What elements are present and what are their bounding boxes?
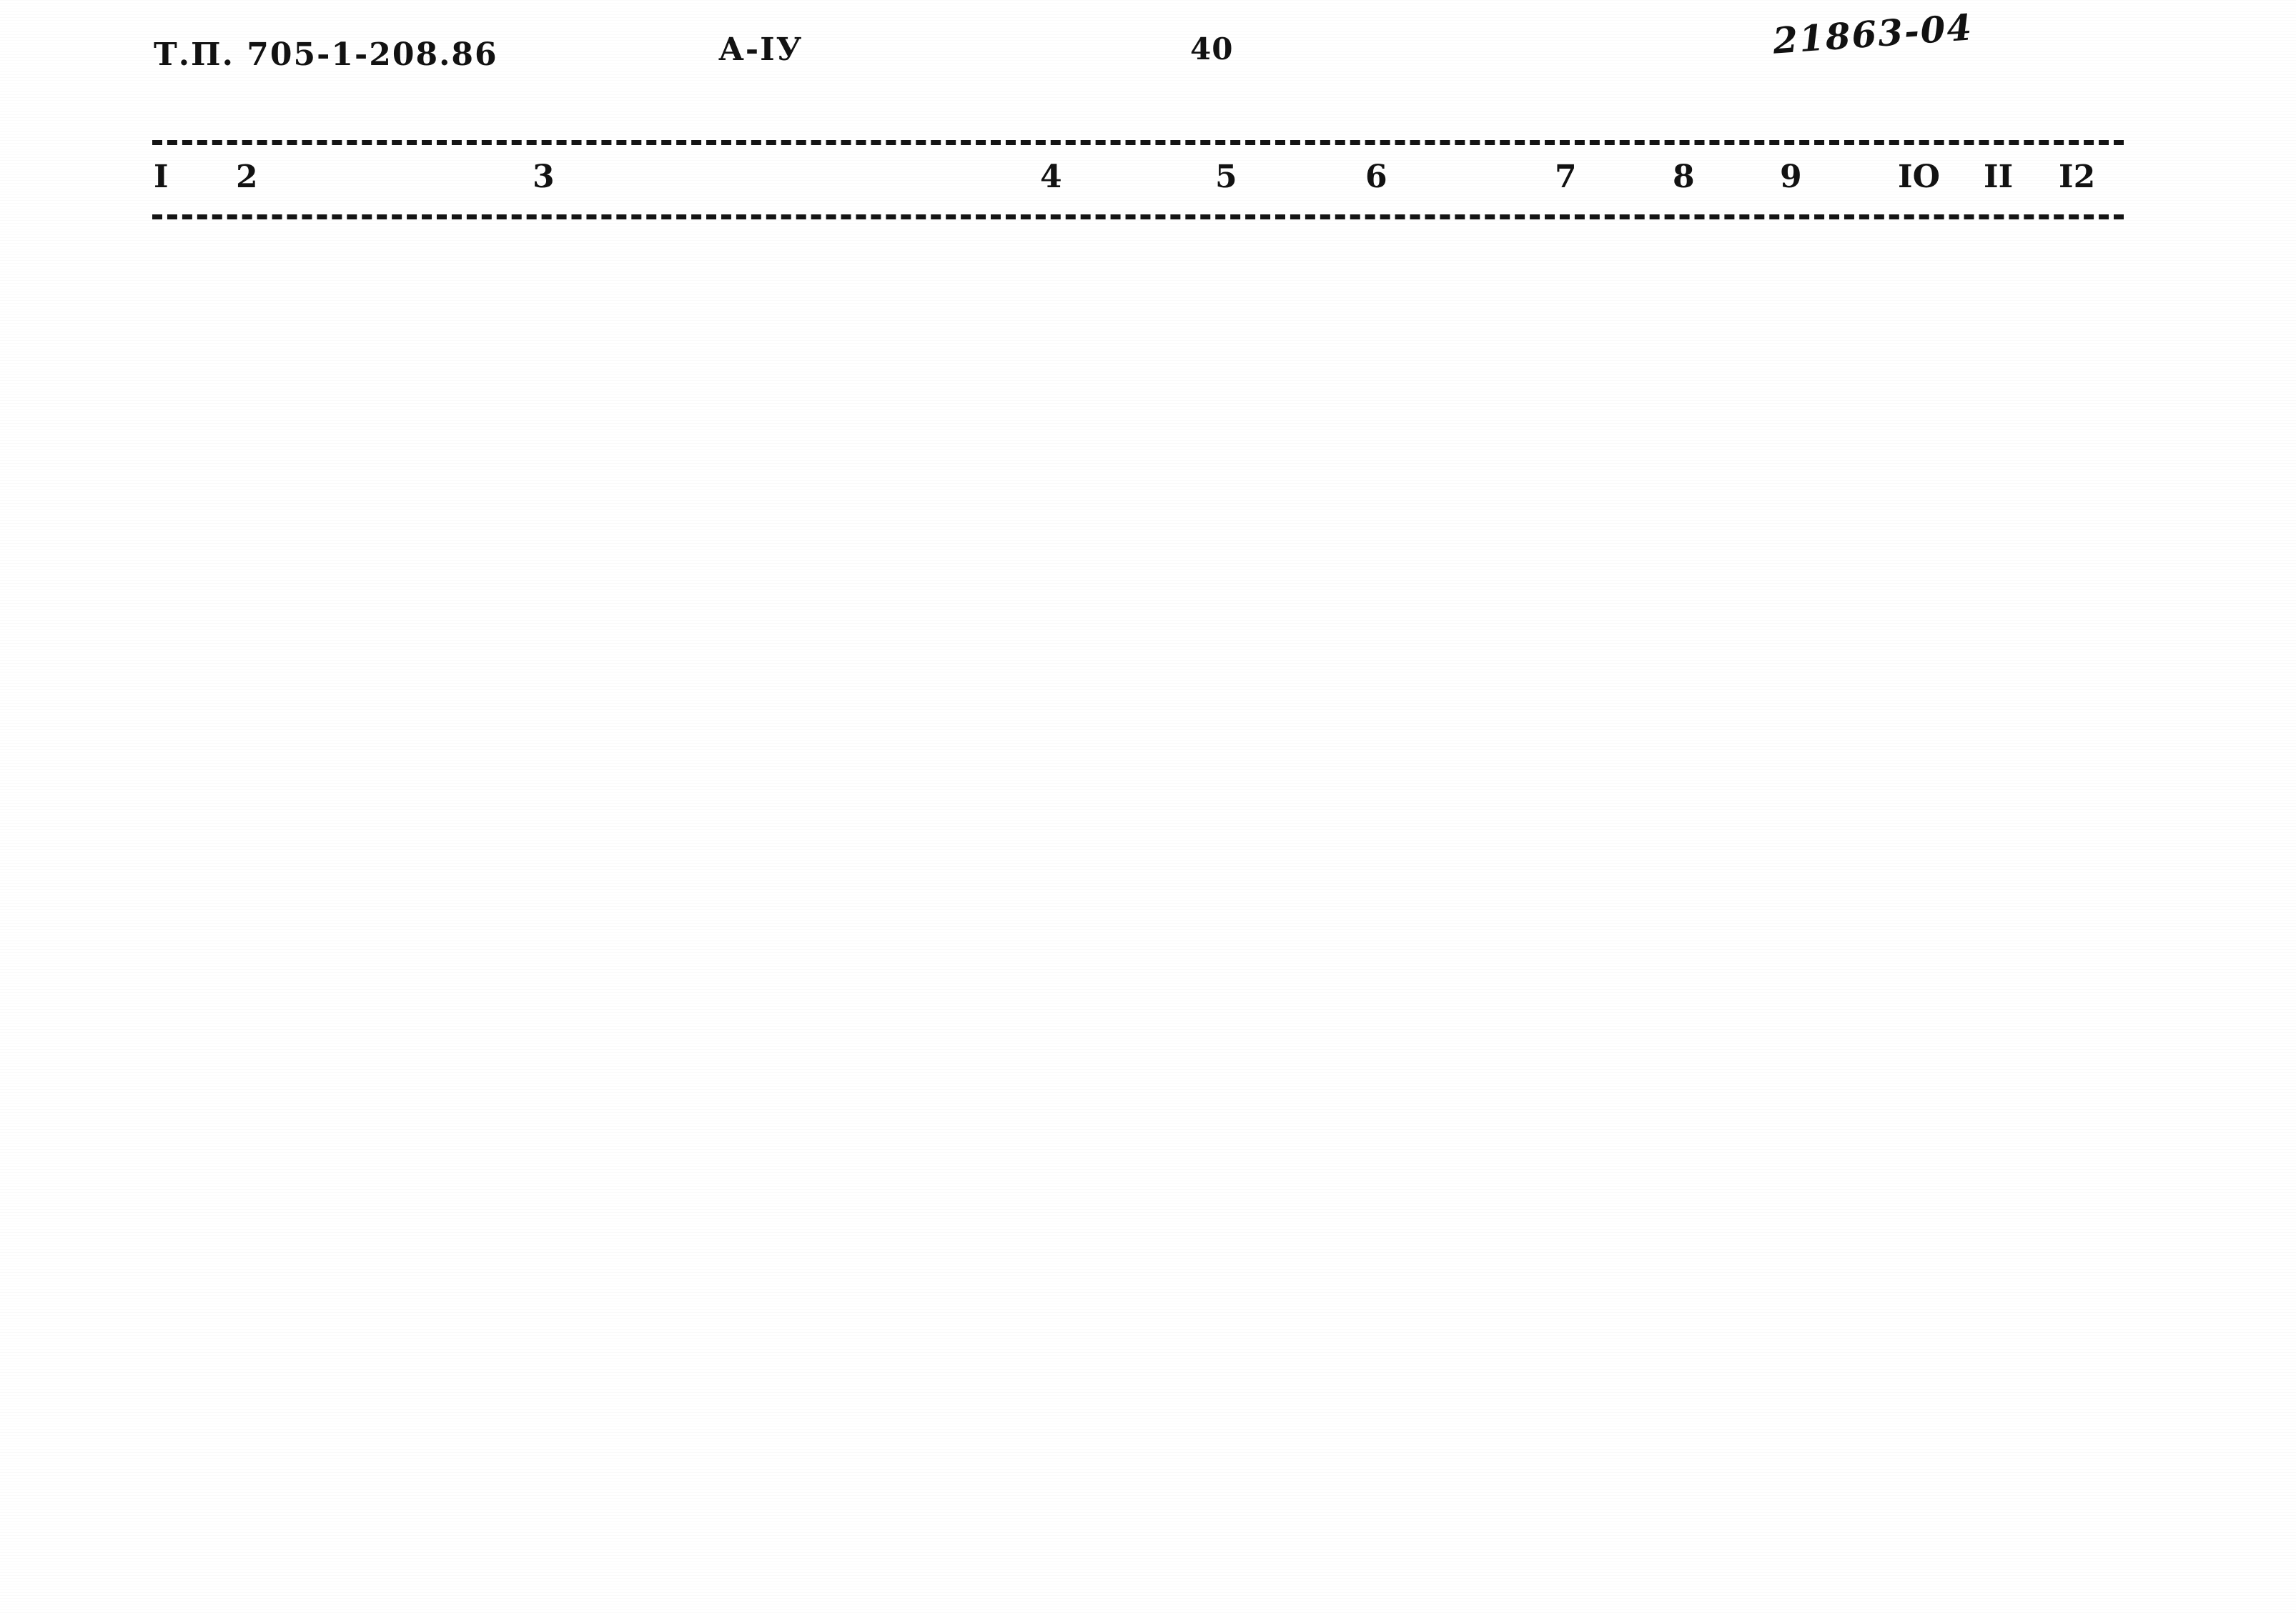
- scanned-document-page: Т.П. 705-1-208.86 А-IУ 40 21863-04 I2345…: [0, 0, 2296, 1613]
- document-stage-label: А-IУ: [718, 31, 803, 68]
- scan-grain-overlay: [0, 0, 2296, 1613]
- column-header-11: II: [1984, 159, 2014, 195]
- page-number: 40: [1190, 31, 1234, 66]
- column-header-7: 7: [1555, 159, 1577, 195]
- column-header-4: 4: [1040, 159, 1062, 195]
- column-header-6: 6: [1365, 159, 1387, 195]
- column-header-3: 3: [533, 159, 555, 195]
- column-header-12: I2: [2059, 159, 2096, 195]
- table-rule-top: [152, 140, 2124, 145]
- column-header-8: 8: [1673, 159, 1695, 195]
- handwritten-archive-number: 21863-04: [1771, 6, 1975, 62]
- table-rule-bottom: [152, 214, 2124, 219]
- document-code: Т.П. 705-1-208.86: [154, 36, 498, 73]
- column-header-10: IO: [1898, 159, 1940, 195]
- column-header-2: 2: [236, 159, 258, 195]
- column-header-9: 9: [1780, 159, 1802, 195]
- column-header-5: 5: [1215, 159, 1237, 195]
- column-header-1: I: [154, 159, 169, 195]
